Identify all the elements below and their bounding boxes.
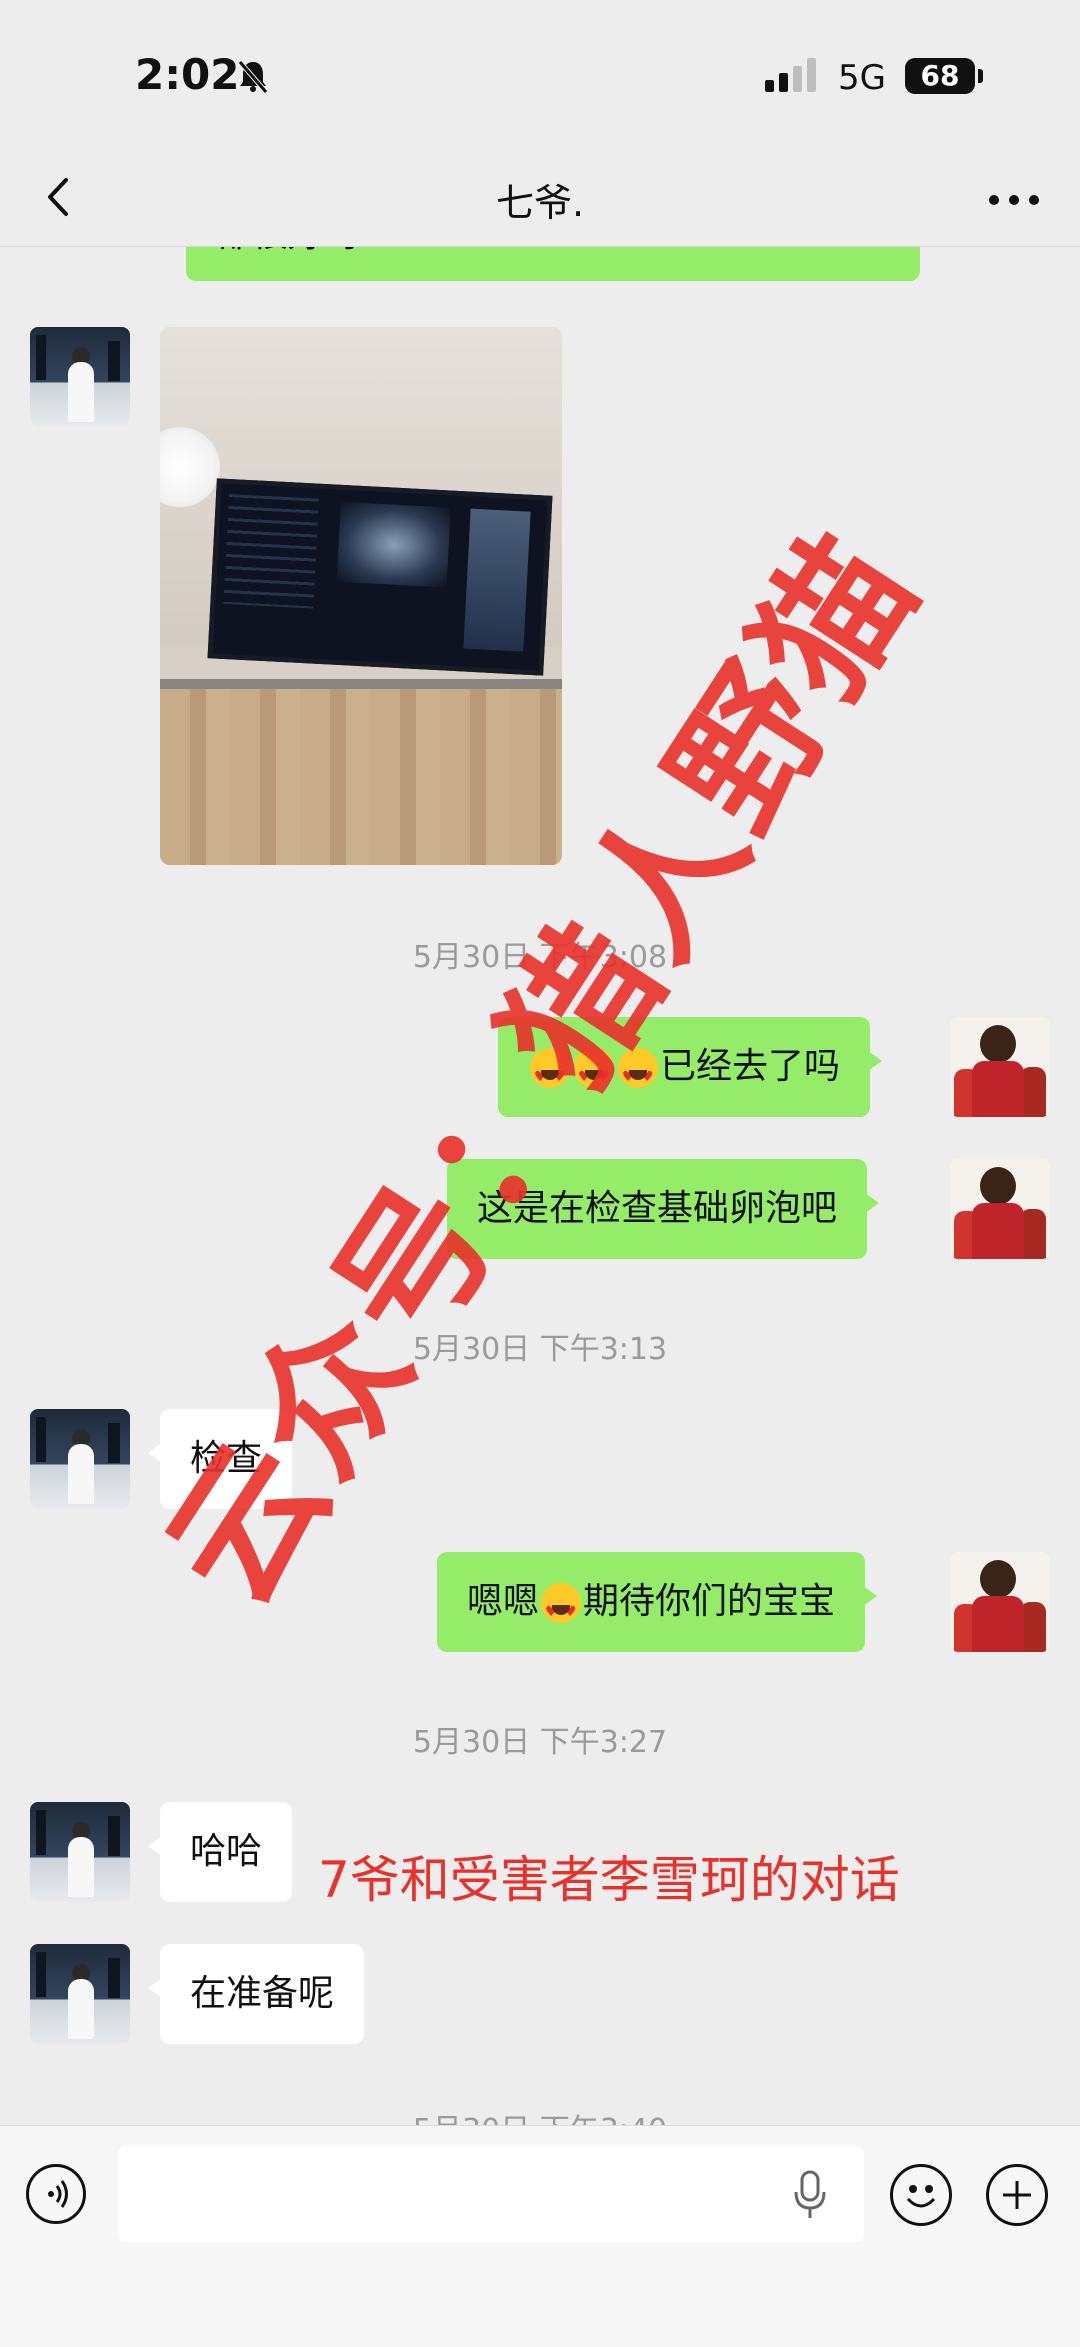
more-dots-icon[interactable]: [984, 180, 1044, 220]
avatar-contact[interactable]: [30, 327, 130, 427]
battery-indicator: 68: [905, 58, 983, 94]
avatar-contact[interactable]: [30, 1409, 130, 1509]
network-type: 5G: [838, 58, 886, 98]
message-bubble-outgoing[interactable]: 嗯嗯 期待你们的宝宝: [437, 1552, 878, 1652]
chat-title: 七爷.: [495, 181, 585, 225]
avatar-self[interactable]: [950, 1017, 1050, 1117]
caption-overlay: 7爷和受害者李雪珂的对话: [318, 1851, 900, 1909]
avatar-self[interactable]: [950, 1159, 1050, 1259]
avatar-self[interactable]: [950, 1552, 1050, 1652]
message-text: 在准备呢: [190, 1973, 335, 2014]
emoji-icon[interactable]: [890, 2164, 952, 2226]
drooling-emoji-icon: [541, 1583, 582, 1636]
chat-header: 七爷.: [0, 150, 1080, 247]
status-bar: 2:02 5G 68: [0, 0, 1080, 150]
message-bubble-partial[interactable]: 都很好呀: [186, 247, 920, 281]
status-time: 2:02: [135, 50, 240, 99]
image-message-ultrasound[interactable]: [160, 327, 562, 865]
input-bar: [0, 2125, 1080, 2347]
bell-muted-icon: [238, 60, 268, 94]
timestamp: 5月30日 下午3:40: [0, 2105, 1080, 2125]
signal-icon: [765, 58, 816, 92]
message-bubble-incoming[interactable]: 哈哈: [147, 1802, 293, 1902]
message-text: 哈哈: [190, 1831, 263, 1872]
voice-icon[interactable]: [26, 2164, 86, 2224]
avatar-contact[interactable]: [30, 1802, 130, 1902]
message-input[interactable]: [118, 2146, 864, 2242]
timestamp: 5月30日 下午3:13: [412, 1332, 668, 1367]
message-text: 都很好呀: [216, 247, 360, 255]
message-bubble-incoming[interactable]: 在准备呢: [147, 1944, 365, 2044]
message-text: 已经去了吗: [660, 1046, 841, 1087]
avatar-contact[interactable]: [30, 1944, 130, 2044]
timestamp: 5月30日 下午3:27: [412, 1725, 668, 1760]
message-text: 期待你们的宝宝: [583, 1581, 836, 1622]
mic-icon[interactable]: [790, 2170, 830, 2220]
message-text: 嗯嗯: [467, 1581, 540, 1622]
plus-icon[interactable]: [986, 2164, 1048, 2226]
